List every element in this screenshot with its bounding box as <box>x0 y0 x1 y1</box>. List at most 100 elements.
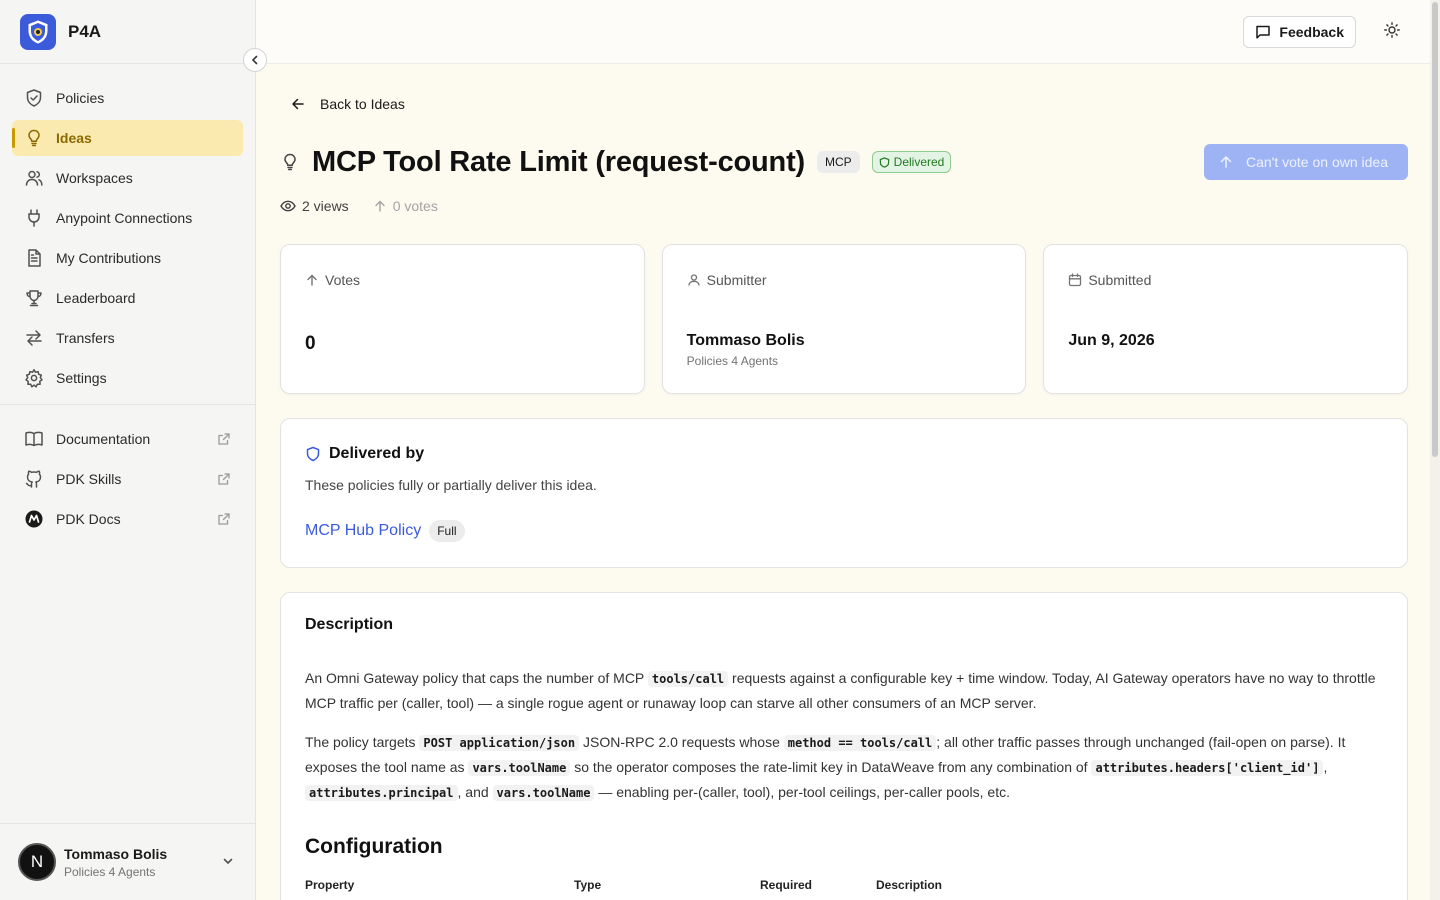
external-link-icon <box>217 512 231 526</box>
card-label: Votes <box>305 272 360 288</box>
submitter-label: Submitter <box>706 272 767 288</box>
card-label: Submitter <box>687 272 767 288</box>
feedback-label: Feedback <box>1279 24 1344 40</box>
chevron-left-icon <box>252 55 258 65</box>
delivered-by-card: Delivered by These policies fully or par… <box>280 418 1408 568</box>
sidebar-item-anypoint-connections[interactable]: Anypoint Connections <box>12 200 243 236</box>
sidebar-item-transfers[interactable]: Transfers <box>12 320 243 356</box>
theme-toggle-button[interactable] <box>1384 22 1400 38</box>
sidebar-link-label: PDK Skills <box>56 471 122 487</box>
brand[interactable]: P4A <box>0 0 255 64</box>
views-stat: 2 views <box>280 198 349 214</box>
sidebar-item-label: My Contributions <box>56 250 162 266</box>
sidebar-item-label: Leaderboard <box>56 290 136 306</box>
shield-check-icon <box>24 88 44 108</box>
inline-code: attributes.principal <box>305 785 458 801</box>
arrow-up-icon <box>307 274 317 286</box>
delivered-by-heading: Delivered by <box>305 445 424 463</box>
gear-icon <box>24 368 44 388</box>
policy-link[interactable]: MCP Hub Policy <box>305 522 421 540</box>
idea-stats: 2 views 0 votes <box>280 198 438 214</box>
eye-icon <box>280 200 296 212</box>
mulesoft-icon <box>24 509 44 529</box>
submitted-date: Jun 9, 2026 <box>1068 332 1155 349</box>
sidebar-link-documentation[interactable]: Documentation <box>12 421 243 457</box>
user-menu[interactable]: N Tommaso Bolis Policies 4 Agents <box>0 823 255 900</box>
summary-cards: Votes 0 Submitter Tommaso Bolis Policies… <box>280 244 1409 394</box>
status-label: Delivered <box>893 155 945 169</box>
sun-icon <box>1384 22 1400 38</box>
delivered-by-title: Delivered by <box>329 445 425 462</box>
lightbulb-icon <box>280 152 300 172</box>
votes-card: Votes 0 <box>280 244 645 394</box>
views-count: 2 views <box>302 198 349 214</box>
user-icon <box>688 274 700 286</box>
description-paragraph: An Omni Gateway policy that caps the num… <box>305 666 1380 715</box>
avatar: N <box>18 843 56 881</box>
feedback-button[interactable]: Feedback <box>1243 16 1356 48</box>
shield-icon <box>306 446 320 462</box>
app-name: P4A <box>68 21 102 41</box>
inline-code: vars.toolName <box>492 785 595 801</box>
table-header-property: Property <box>305 878 355 892</box>
sidebar-item-label: Workspaces <box>56 170 133 186</box>
description-paragraph: The policy targets POST application/json… <box>305 730 1380 805</box>
user-info: Tommaso Bolis Policies 4 Agents <box>64 846 167 879</box>
app-logo <box>20 13 56 50</box>
inline-code: POST application/json <box>419 735 580 751</box>
lightbulb-icon <box>24 128 44 148</box>
submitted-card: Submitted Jun 9, 2026 <box>1043 244 1409 394</box>
shield-icon <box>879 156 889 168</box>
inline-code: vars.toolName <box>468 760 571 776</box>
arrow-left-icon <box>292 98 304 110</box>
sidebar-link-pdk-docs[interactable]: PDK Docs <box>12 501 243 537</box>
submitter-card: Submitter Tommaso Bolis Policies 4 Agent… <box>661 244 1027 394</box>
votes-label: Votes <box>325 272 361 288</box>
configuration-heading: Configuration <box>305 835 443 858</box>
trophy-icon <box>24 288 44 308</box>
arrow-up-icon <box>374 200 385 212</box>
submitted-label: Submitted <box>1088 272 1152 288</box>
text-run: , and <box>457 784 493 800</box>
coverage-badge: Full <box>429 520 465 542</box>
message-icon <box>1256 25 1271 39</box>
delivered-policy-row: MCP Hub Policy Full <box>305 520 465 542</box>
arrow-up-icon <box>1220 156 1232 168</box>
sidebar-item-policies[interactable]: Policies <box>12 80 243 116</box>
external-link-icon <box>217 472 231 486</box>
sidebar-item-workspaces[interactable]: Workspaces <box>12 160 243 196</box>
scrollbar-thumb[interactable] <box>1432 2 1438 457</box>
arrows-swap-icon <box>24 328 44 348</box>
submitter-org: Policies 4 Agents <box>686 354 779 368</box>
votes-value: 0 <box>305 333 316 354</box>
description-card: Description An Omni Gateway policy that … <box>280 592 1408 900</box>
text-run: so the operator composes the rate-limit … <box>570 759 1092 775</box>
description-heading: Description <box>305 616 394 633</box>
votes-stat: 0 votes <box>373 198 438 214</box>
status-badge: Delivered <box>871 151 952 173</box>
sidebar-link-pdk-skills[interactable]: PDK Skills <box>12 461 243 497</box>
vote-button-label: Can't vote on own idea <box>1246 154 1388 170</box>
table-header-required: Required <box>760 878 813 892</box>
inline-code: tools/call <box>647 671 729 687</box>
sidebar: P4A Policies Ideas Workspaces Anypoint C… <box>0 0 267 900</box>
text-run: JSON-RPC 2.0 requests whose <box>579 734 784 750</box>
sidebar-item-settings[interactable]: Settings <box>12 360 243 396</box>
topbar: Feedback <box>256 0 1440 64</box>
main-nav: Policies Ideas Workspaces Anypoint Conne… <box>0 64 255 396</box>
table-header-type: Type <box>574 878 602 892</box>
back-to-ideas-link[interactable]: Back to Ideas <box>290 96 405 112</box>
users-icon <box>24 168 44 188</box>
sidebar-item-leaderboard[interactable]: Leaderboard <box>12 280 243 316</box>
sidebar-link-label: PDK Docs <box>56 511 121 527</box>
sidebar-item-my-contributions[interactable]: My Contributions <box>12 240 243 276</box>
github-icon <box>24 469 44 489</box>
external-links: Documentation PDK Skills PDK Docs <box>0 405 255 537</box>
submitter-name: Tommaso Bolis <box>686 332 805 349</box>
collapse-sidebar-button[interactable] <box>243 48 267 72</box>
sidebar-item-ideas[interactable]: Ideas <box>12 120 243 156</box>
sidebar-item-label: Settings <box>56 370 107 386</box>
vote-button[interactable]: Can't vote on own idea <box>1204 144 1408 180</box>
page-scrollbar[interactable] <box>1430 0 1440 900</box>
text-run: , <box>1323 759 1328 775</box>
